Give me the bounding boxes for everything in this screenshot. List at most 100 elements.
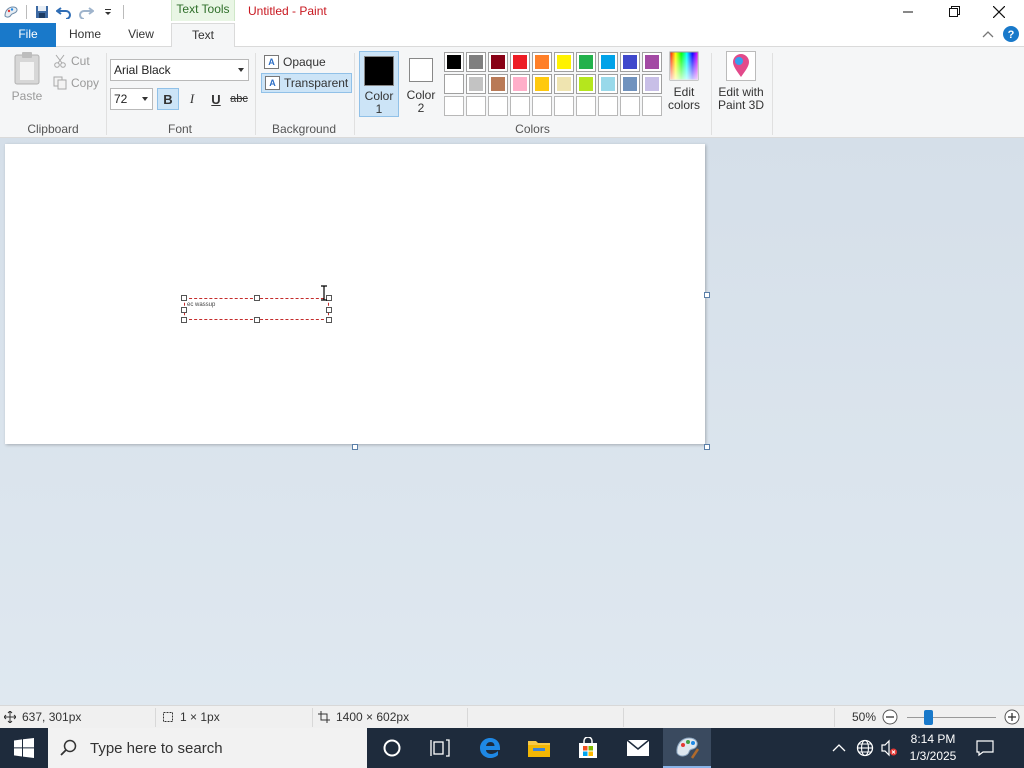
zoom-in-button[interactable] [1004, 709, 1020, 725]
text-box-handle[interactable] [181, 317, 187, 323]
palette-color-swatch[interactable] [598, 96, 618, 116]
text-box-handle[interactable] [254, 317, 260, 323]
palette-color-swatch[interactable] [466, 74, 486, 94]
color-2-button[interactable]: Color 2 [401, 51, 441, 117]
palette-color-swatch[interactable] [488, 96, 508, 116]
palette-color-swatch[interactable] [532, 96, 552, 116]
collapse-ribbon-icon[interactable] [982, 29, 994, 39]
palette-color-swatch[interactable] [642, 96, 662, 116]
palette-color-swatch[interactable] [532, 74, 552, 94]
palette-color-swatch[interactable] [444, 74, 464, 94]
paint3d-label-2: Paint 3D [717, 98, 765, 112]
color-1-button[interactable]: Color 1 [359, 51, 399, 117]
text-box-handle[interactable] [326, 317, 332, 323]
zoom-slider-thumb[interactable] [924, 710, 933, 725]
palette-color-swatch[interactable] [510, 52, 530, 72]
task-view-button[interactable] [416, 728, 464, 768]
status-divider [467, 708, 468, 727]
palette-color-swatch[interactable] [554, 96, 574, 116]
volume-button[interactable] [880, 728, 898, 768]
palette-color-swatch[interactable] [598, 52, 618, 72]
help-icon[interactable]: ? [1002, 25, 1020, 43]
palette-color-swatch[interactable] [444, 96, 464, 116]
palette-color-fill [469, 77, 483, 91]
font-size-dropdown[interactable]: 72 [110, 88, 153, 110]
tab-text[interactable]: Text [171, 23, 235, 48]
close-button[interactable] [976, 0, 1022, 23]
edit-with-paint3d-button[interactable]: Edit with Paint 3D [714, 51, 768, 112]
restore-button[interactable] [931, 0, 977, 23]
minimize-button[interactable] [885, 0, 931, 23]
palette-color-swatch[interactable] [488, 74, 508, 94]
bold-button[interactable]: B [157, 88, 179, 110]
zoom-slider-track[interactable] [907, 717, 996, 718]
tab-home[interactable]: Home [60, 23, 110, 47]
file-explorer-button[interactable] [515, 728, 563, 768]
palette-color-fill [601, 77, 615, 91]
palette-color-fill [535, 99, 549, 113]
taskbar-clock[interactable]: 8:14 PM 1/3/2025 [904, 731, 962, 765]
paint-taskbar-button[interactable] [663, 728, 711, 768]
canvas-resize-handle-bottom[interactable] [352, 444, 358, 450]
text-box-handle[interactable] [181, 295, 187, 301]
palette-color-swatch[interactable] [576, 96, 596, 116]
palette-color-swatch[interactable] [488, 52, 508, 72]
font-family-value: Arial Black [114, 63, 171, 77]
mail-button[interactable] [614, 728, 662, 768]
palette-color-swatch[interactable] [620, 52, 640, 72]
customize-qat-icon[interactable] [97, 2, 119, 22]
italic-button[interactable]: I [181, 88, 203, 110]
taskbar-search-box[interactable]: Type here to search [48, 728, 367, 768]
palette-color-swatch[interactable] [576, 74, 596, 94]
paint-app-icon[interactable] [0, 2, 22, 22]
paste-button[interactable]: Paste [8, 51, 46, 103]
canvas-resize-handle-corner[interactable] [704, 444, 710, 450]
tab-file[interactable]: File [0, 23, 56, 47]
text-box-handle[interactable] [254, 295, 260, 301]
show-hidden-icons-button[interactable] [832, 728, 846, 768]
palette-color-swatch[interactable] [576, 52, 596, 72]
canvas-resize-handle-right[interactable] [704, 292, 710, 298]
palette-color-fill [469, 99, 483, 113]
palette-color-swatch[interactable] [466, 52, 486, 72]
strikethrough-button[interactable]: abc [228, 88, 250, 110]
color-palette [444, 52, 662, 116]
edge-taskbar-button[interactable] [466, 728, 514, 768]
palette-color-swatch[interactable] [554, 74, 574, 94]
palette-color-swatch[interactable] [444, 52, 464, 72]
font-family-dropdown[interactable]: Arial Black [110, 59, 249, 81]
network-button[interactable] [856, 728, 874, 768]
undo-icon[interactable] [53, 2, 75, 22]
opaque-button[interactable]: A Opaque [261, 52, 329, 72]
action-center-button[interactable] [976, 728, 994, 768]
tab-view[interactable]: View [114, 23, 168, 47]
text-box-content[interactable]: ec wassup [187, 302, 215, 308]
canvas-workspace[interactable]: ec wassup [0, 138, 1024, 705]
palette-color-swatch[interactable] [598, 74, 618, 94]
palette-color-swatch[interactable] [466, 96, 486, 116]
transparent-button[interactable]: A Transparent [261, 73, 353, 93]
palette-color-swatch[interactable] [642, 74, 662, 94]
drawing-canvas[interactable] [5, 144, 705, 444]
start-button[interactable] [0, 728, 48, 768]
palette-color-swatch[interactable] [642, 52, 662, 72]
palette-color-swatch[interactable] [510, 96, 530, 116]
palette-color-swatch[interactable] [532, 52, 552, 72]
cortana-button[interactable] [368, 728, 416, 768]
palette-color-swatch[interactable] [620, 74, 640, 94]
palette-color-swatch[interactable] [510, 74, 530, 94]
copy-button[interactable]: Copy [53, 76, 99, 90]
underline-button[interactable]: U [205, 88, 227, 110]
text-selection-box[interactable]: ec wassup [181, 295, 332, 323]
edit-colors-button[interactable]: Edit colors [664, 51, 704, 112]
text-box-handle[interactable] [326, 307, 332, 313]
zoom-out-button[interactable] [882, 709, 898, 725]
save-icon[interactable] [31, 2, 53, 22]
redo-icon[interactable] [75, 2, 97, 22]
store-button[interactable] [564, 728, 612, 768]
cut-button[interactable]: Cut [53, 54, 90, 68]
palette-color-fill [645, 55, 659, 69]
palette-color-swatch[interactable] [554, 52, 574, 72]
palette-color-swatch[interactable] [620, 96, 640, 116]
text-box-handle[interactable] [181, 307, 187, 313]
